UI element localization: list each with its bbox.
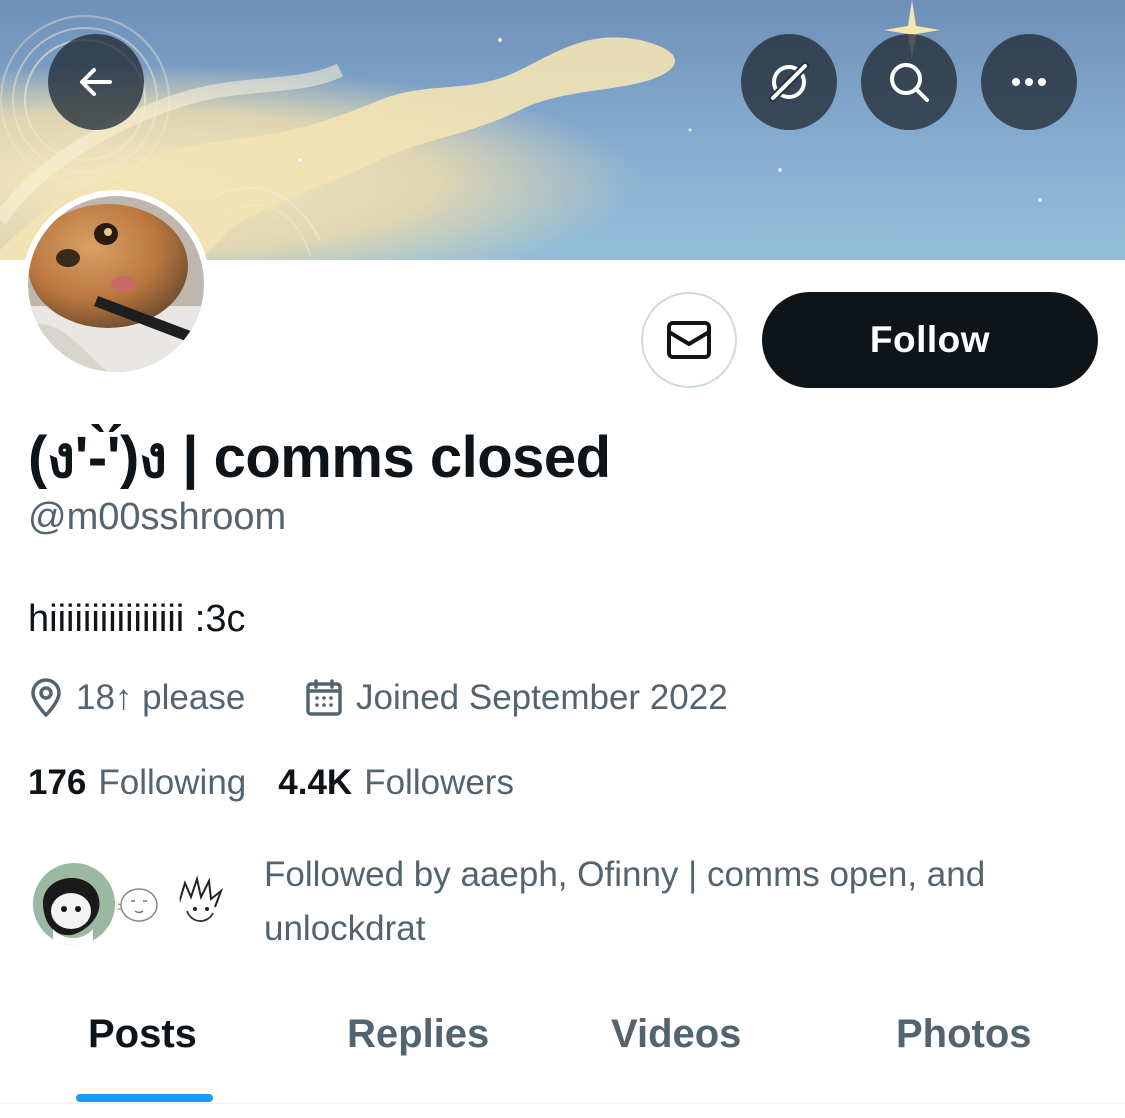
message-button[interactable] [641,292,737,388]
calendar-icon [306,679,342,716]
search-button[interactable] [861,34,957,130]
envelope-icon [667,321,711,359]
tab-videos[interactable]: Videos [611,1012,741,1057]
display-name: (ง'-̀'́)ง | comms closed [28,425,611,490]
avatar [30,860,118,948]
location-text: 18↑ please [76,678,246,717]
arrow-left-icon [80,68,112,96]
divider [0,1103,1125,1104]
following-link[interactable]: 176 Following [28,763,246,803]
grok-button[interactable] [741,34,837,130]
followed-by-avatars[interactable] [30,860,242,950]
profile-tabs: Posts Replies Videos Photos [0,990,1125,1104]
search-icon [890,63,929,102]
profile-avatar[interactable] [22,190,210,378]
followers-link[interactable]: 4.4K Followers [278,763,514,803]
user-handle: @m00sshroom [28,496,287,538]
location-pin-icon [31,678,61,717]
active-tab-indicator [76,1094,213,1102]
followers-count: 4.4K [278,763,353,802]
followers-label: Followers [364,763,514,802]
follow-stats: 176 Following 4.4K Followers [28,763,546,803]
tab-replies[interactable]: Replies [347,1012,489,1057]
back-button[interactable] [48,34,144,130]
following-label: Following [98,763,247,802]
tab-posts[interactable]: Posts [88,1012,197,1057]
follow-button[interactable]: Follow [762,292,1098,388]
tab-photos[interactable]: Photos [896,1012,1032,1057]
bio: hiiiiiiiiiiiiiiii :3c [28,598,246,640]
grok-icon [769,62,809,102]
join-date-text: Joined September 2022 [356,678,728,717]
more-button[interactable] [981,34,1077,130]
join-date: Joined September 2022 [304,676,728,720]
location: 18↑ please [28,676,245,720]
followed-by-text[interactable]: Followed by aaeph, Ofinny | comms open, … [264,848,1084,956]
more-icon [1012,78,1046,86]
following-count: 176 [28,763,87,802]
